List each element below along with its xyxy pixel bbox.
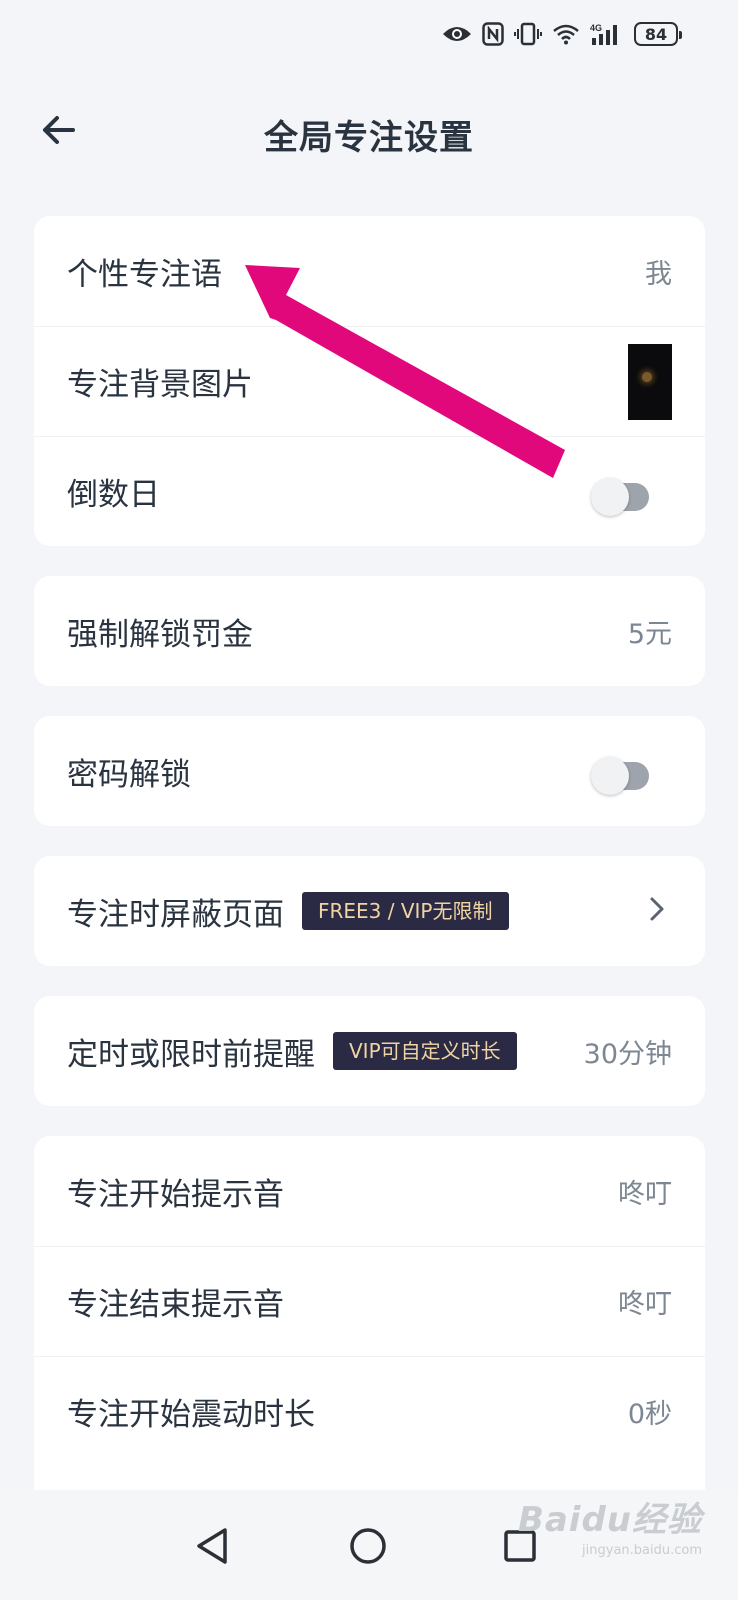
password-unlock-toggle[interactable]: [591, 757, 651, 795]
motto-label: 个性专注语: [67, 256, 222, 293]
vip-custom-duration-badge: VIP可自定义时长: [333, 1032, 517, 1070]
baidu-watermark: Baidu经验 jingyan.baidu.com: [518, 1492, 702, 1558]
header: 全局专注设置: [0, 90, 738, 170]
status-bar: 4G 84: [0, 0, 738, 72]
background-thumbnail[interactable]: [628, 344, 672, 420]
reminder-label: 定时或限时前提醒: [67, 1036, 315, 1073]
basic-settings-card: 个性专注语 我 专注背景图片 倒数日: [34, 216, 705, 546]
reminder-row[interactable]: 定时或限时前提醒 VIP可自定义时长 30分钟: [34, 996, 705, 1106]
countdown-label: 倒数日: [67, 477, 160, 513]
battery-icon: 84: [634, 22, 682, 46]
password-card: 密码解锁: [34, 716, 705, 826]
chevron-right-icon: [649, 896, 665, 926]
vibrate-duration-label: 专注开始震动时长: [67, 1397, 315, 1433]
nav-home-circle-icon[interactable]: [349, 1527, 387, 1565]
end-sound-row[interactable]: 专注结束提示音 咚叮: [34, 1246, 705, 1356]
motto-row[interactable]: 个性专注语 我: [34, 216, 705, 326]
signal-4g-icon: 4G: [590, 22, 624, 46]
block-pages-row[interactable]: 专注时屏蔽页面 FREE3 / VIP无限制: [34, 856, 705, 966]
nav-home-button[interactable]: [346, 1524, 390, 1568]
start-sound-row[interactable]: 专注开始提示音 咚叮: [34, 1136, 705, 1246]
reminder-card: 定时或限时前提醒 VIP可自定义时长 30分钟: [34, 996, 705, 1106]
start-sound-label: 专注开始提示音: [67, 1176, 284, 1213]
end-sound-value: 咚叮: [618, 1289, 672, 1320]
svg-text:4G: 4G: [590, 23, 602, 33]
penalty-card: 强制解锁罚金 5元: [34, 576, 705, 686]
watermark-sub: jingyan.baidu.com: [582, 1543, 702, 1558]
motto-value: 我: [645, 258, 672, 290]
status-icons: 4G 84: [442, 22, 682, 46]
sound-settings-card: 专注开始提示音 咚叮 专注结束提示音 咚叮 专注开始震动时长 0秒: [34, 1136, 705, 1490]
background-image-row[interactable]: 专注背景图片: [34, 326, 705, 436]
battery-level: 84: [644, 24, 668, 44]
start-sound-value: 咚叮: [618, 1178, 672, 1210]
vibrate-icon: [514, 22, 542, 46]
unlock-penalty-row[interactable]: 强制解锁罚金 5元: [34, 576, 705, 686]
wifi-icon: [552, 23, 580, 45]
countdown-row: 倒数日: [34, 436, 705, 546]
page-title: 全局专注设置: [264, 118, 474, 158]
reminder-value: 30分钟: [583, 1038, 672, 1070]
password-unlock-label: 密码解锁: [67, 756, 191, 793]
block-pages-card: 专注时屏蔽页面 FREE3 / VIP无限制: [34, 856, 705, 966]
countdown-toggle[interactable]: [591, 477, 651, 516]
unlock-penalty-value: 5元: [627, 618, 672, 650]
unlock-penalty-label: 强制解锁罚金: [67, 616, 253, 653]
nav-back-triangle-icon[interactable]: [195, 1527, 229, 1565]
nav-back-button[interactable]: [190, 1524, 234, 1568]
eye-icon: [442, 24, 472, 44]
block-pages-label: 专注时屏蔽页面: [67, 896, 284, 933]
password-unlock-row: 密码解锁: [34, 716, 705, 826]
vibrate-duration-value: 0秒: [627, 1399, 672, 1430]
free-vip-badge: FREE3 / VIP无限制: [302, 892, 509, 930]
vibrate-duration-row[interactable]: 专注开始震动时长 0秒: [34, 1356, 705, 1466]
nfc-icon: [482, 22, 504, 46]
background-image-label: 专注背景图片: [67, 367, 253, 403]
watermark-main: Baidu经验: [517, 1500, 702, 1540]
end-sound-label: 专注结束提示音: [67, 1287, 284, 1323]
